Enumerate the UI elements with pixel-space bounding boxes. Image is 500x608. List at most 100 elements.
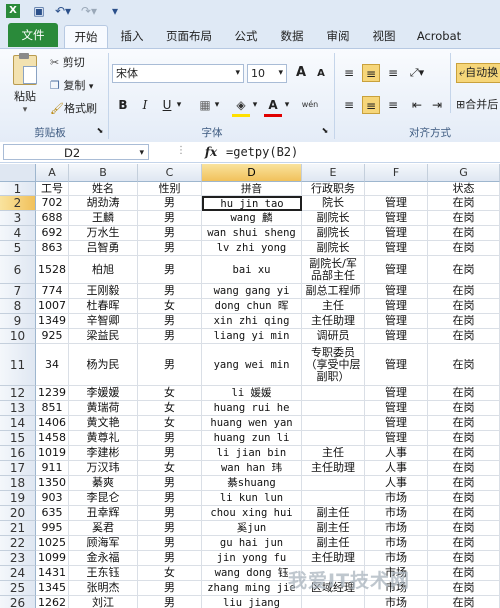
cell-a21[interactable]: 995 [36,521,69,536]
cell-b14[interactable]: 黄文艳 [69,416,138,431]
cell-d1[interactable]: 拼音 [202,182,302,196]
row-header-13[interactable]: 13 [0,401,36,416]
cell-b9[interactable]: 辛智卿 [69,314,138,329]
column-header-f[interactable]: F [365,164,428,182]
column-header-a[interactable]: A [36,164,69,182]
bold-button[interactable]: B [114,96,132,114]
cell-b24[interactable]: 王东钰 [69,566,138,581]
cell-a3[interactable]: 688 [36,211,69,226]
align-left-icon[interactable]: ≡ [340,96,358,114]
cell-e14[interactable] [302,416,365,431]
row-header-18[interactable]: 18 [0,476,36,491]
cell-g10[interactable]: 在岗 [428,329,500,344]
row-header-16[interactable]: 16 [0,446,36,461]
cell-g22[interactable]: 在岗 [428,536,500,551]
cell-e15[interactable] [302,431,365,446]
cell-g8[interactable]: 在岗 [428,299,500,314]
row-header-23[interactable]: 23 [0,551,36,566]
cell-c5[interactable]: 男 [138,241,202,256]
cell-e23[interactable]: 主任助理 [302,551,365,566]
cell-e26[interactable] [302,596,365,608]
cell-b18[interactable]: 綦爽 [69,476,138,491]
cell-f5[interactable]: 管理 [365,241,428,256]
active-cell[interactable]: hu jin tao [202,196,302,211]
cell-c10[interactable]: 男 [138,329,202,344]
cell-d7[interactable]: wang gang yi [202,284,302,299]
cell-b10[interactable]: 梁益民 [69,329,138,344]
cell-g9[interactable]: 在岗 [428,314,500,329]
row-header-14[interactable]: 14 [0,416,36,431]
column-header-c[interactable]: C [138,164,202,182]
row-header-2[interactable]: 2 [0,196,36,211]
cell-a9[interactable]: 1349 [36,314,69,329]
cell-c24[interactable]: 女 [138,566,202,581]
cell-c22[interactable]: 男 [138,536,202,551]
cell-f8[interactable]: 管理 [365,299,428,314]
cell-f19[interactable]: 市场 [365,491,428,506]
cell-a18[interactable]: 1350 [36,476,69,491]
cell-a15[interactable]: 1458 [36,431,69,446]
column-header-e[interactable]: E [302,164,365,182]
cell-a26[interactable]: 1262 [36,596,69,608]
cell-g19[interactable]: 在岗 [428,491,500,506]
row-header-5[interactable]: 5 [0,241,36,256]
name-box[interactable]: D2 ▾ [3,144,149,160]
cell-b6[interactable]: 柏旭 [69,256,138,284]
cell-a8[interactable]: 1007 [36,299,69,314]
cell-a19[interactable]: 903 [36,491,69,506]
cell-a12[interactable]: 1239 [36,386,69,401]
cell-a25[interactable]: 1345 [36,581,69,596]
tab-data[interactable]: 数据 [272,25,312,47]
cell-e4[interactable]: 副院长 [302,226,365,241]
cell-f1[interactable] [365,182,428,196]
cell-g13[interactable]: 在岗 [428,401,500,416]
cell-e3[interactable]: 副院长 [302,211,365,226]
cell-g3[interactable]: 在岗 [428,211,500,226]
cell-g20[interactable]: 在岗 [428,506,500,521]
cell-d8[interactable]: dong chun 晖 [202,299,302,314]
select-all-corner[interactable] [0,164,36,182]
save-icon[interactable]: ▣ [32,4,46,18]
italic-button[interactable]: I [136,96,154,114]
cell-b7[interactable]: 王刚毅 [69,284,138,299]
cell-e19[interactable] [302,491,365,506]
row-header-12[interactable]: 12 [0,386,36,401]
cell-d23[interactable]: jin yong fu [202,551,302,566]
align-right-icon[interactable]: ≡ [384,96,402,114]
cell-g26[interactable]: 在岗 [428,596,500,608]
cell-f21[interactable]: 市场 [365,521,428,536]
row-header-9[interactable]: 9 [0,314,36,329]
cell-e13[interactable] [302,401,365,416]
decrease-indent-icon[interactable]: ⇤ [408,96,426,114]
cell-c26[interactable]: 男 [138,596,202,608]
cell-c6[interactable]: 男 [138,256,202,284]
cell-g15[interactable]: 在岗 [428,431,500,446]
cell-a10[interactable]: 925 [36,329,69,344]
cell-c9[interactable]: 男 [138,314,202,329]
cell-c13[interactable]: 女 [138,401,202,416]
row-header-6[interactable]: 6 [0,256,36,284]
cell-d25[interactable]: zhang ming jie [202,581,302,596]
cell-a23[interactable]: 1099 [36,551,69,566]
cell-d11[interactable]: yang wei min [202,344,302,386]
align-top-icon[interactable]: ≡ [340,64,358,82]
cell-c18[interactable]: 男 [138,476,202,491]
text-orientation-icon[interactable]: ⤢▾ [408,64,426,82]
cell-e22[interactable]: 副主任 [302,536,365,551]
cell-b3[interactable]: 王麟 [69,211,138,226]
dialog-launcher-icon[interactable]: ⬊ [95,125,105,137]
cell-c3[interactable]: 男 [138,211,202,226]
cell-f22[interactable]: 市场 [365,536,428,551]
customize-icon[interactable]: ▾ [110,4,120,18]
cell-f15[interactable]: 管理 [365,431,428,446]
cell-d26[interactable]: liu jiang [202,596,302,608]
cell-d14[interactable]: huang wen yan [202,416,302,431]
cell-d6[interactable]: bai xu [202,256,302,284]
row-header-7[interactable]: 7 [0,284,36,299]
cell-f6[interactable]: 管理 [365,256,428,284]
cell-a24[interactable]: 1431 [36,566,69,581]
cell-e16[interactable]: 主任 [302,446,365,461]
cell-a16[interactable]: 1019 [36,446,69,461]
cell-g12[interactable]: 在岗 [428,386,500,401]
worksheet-grid[interactable]: A B C D E F G 1 工号 姓名 性别 拼音 行政职务 状态 2 702 胡劲涛男 hu jin tao… [0,164,500,608]
